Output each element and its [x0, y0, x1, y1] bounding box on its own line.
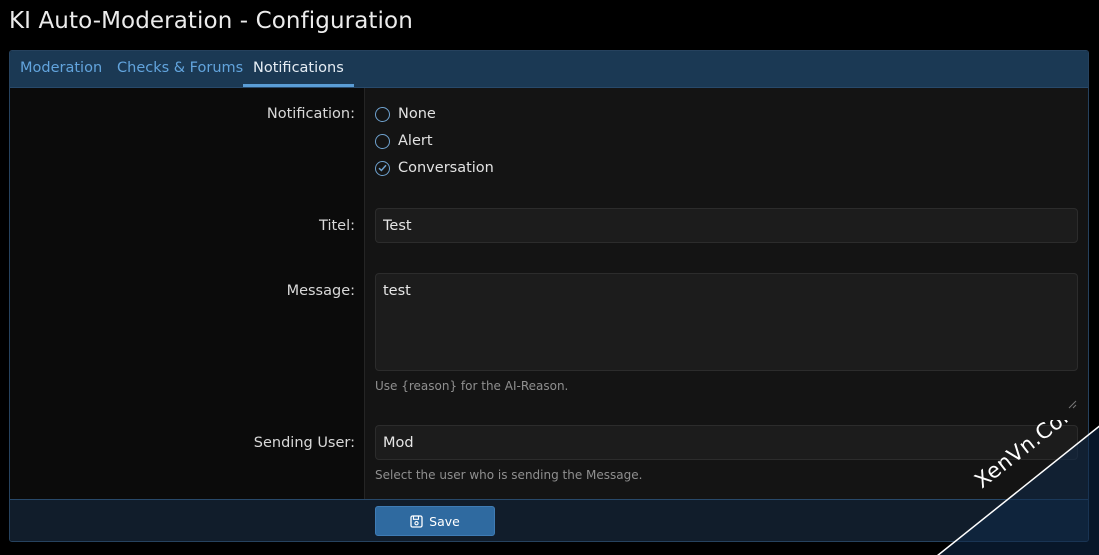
form-footer: Save	[10, 499, 1088, 541]
tab-notifications[interactable]: Notifications	[243, 51, 354, 87]
radio-alert-label: Alert	[398, 133, 433, 149]
title-label: Titel:	[319, 218, 355, 234]
tab-bar: Moderation Checks & Forums Notifications	[10, 51, 1088, 88]
message-hint: Use {reason} for the AI-Reason.	[375, 379, 569, 393]
config-panel: Moderation Checks & Forums Notifications…	[9, 50, 1089, 542]
save-button-label: Save	[429, 513, 460, 529]
radio-none[interactable]: None	[375, 104, 436, 124]
tab-moderation[interactable]: Moderation	[20, 51, 102, 87]
save-icon	[410, 514, 423, 528]
radio-alert[interactable]: Alert	[375, 131, 433, 151]
save-button[interactable]: Save	[375, 506, 495, 536]
radio-unchecked-icon	[375, 133, 390, 149]
sending-user-hint: Select the user who is sending the Messa…	[375, 468, 643, 482]
resize-grip-icon[interactable]	[1068, 400, 1077, 409]
message-label: Message:	[286, 283, 355, 299]
radio-none-label: None	[398, 106, 436, 122]
label-column: Notification: Titel: Message: Sending Us…	[10, 88, 365, 499]
radio-unchecked-icon	[375, 106, 390, 122]
radio-checked-icon	[375, 160, 390, 176]
message-textarea[interactable]: test	[375, 273, 1078, 371]
title-input[interactable]	[375, 208, 1078, 243]
tab-checks-forums[interactable]: Checks & Forums	[117, 51, 243, 87]
radio-conversation[interactable]: Conversation	[375, 158, 494, 178]
radio-conversation-label: Conversation	[398, 160, 494, 176]
page-title: KI Auto-Moderation - Configuration	[9, 8, 413, 34]
watermark: XenVn.Com	[932, 420, 1099, 555]
notification-label: Notification:	[266, 106, 355, 122]
sending-user-label: Sending User:	[253, 435, 355, 451]
